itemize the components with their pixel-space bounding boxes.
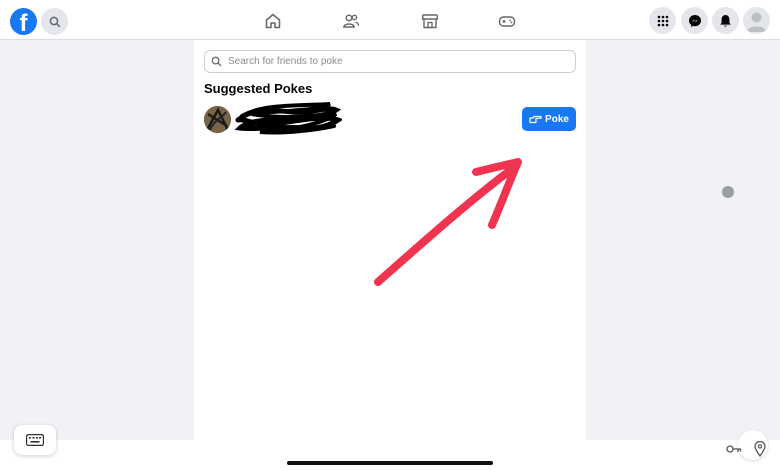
keyboard-button[interactable] [14,425,56,455]
home-indicator[interactable] [287,461,493,465]
messenger-button[interactable] [681,7,708,34]
nav-friends[interactable] [341,11,361,31]
poke-button-label: Poke [545,113,569,125]
bell-icon [720,14,731,27]
search-input[interactable] [228,56,568,67]
facebook-logo[interactable]: f [10,8,37,35]
messenger-icon [688,14,701,27]
nav-gaming[interactable] [497,11,517,31]
menu-grid-icon [657,15,668,26]
gaming-icon [498,16,516,27]
annotation-arrow [374,158,522,286]
friends-icon [343,14,360,28]
scroll-indicator[interactable] [722,186,734,198]
poke-button[interactable]: Poke [522,107,576,131]
keyboard-icon [26,434,44,446]
bottom-bar [0,440,780,470]
notifications-button[interactable] [712,7,739,34]
suggestion-row: Poke [202,102,578,136]
search-field[interactable] [204,50,576,73]
nav-home[interactable] [263,11,283,31]
home-icon [265,13,281,29]
top-navigation-bar: f [0,0,780,40]
nav-marketplace[interactable] [420,11,440,31]
profile-avatar[interactable] [743,7,770,34]
friend-avatar-image [204,106,231,133]
location-icon[interactable] [754,441,766,457]
search-icon [49,16,60,27]
marketplace-icon [421,14,439,29]
poke-hand-icon [529,115,542,123]
menu-button[interactable] [649,7,676,34]
key-icon[interactable] [726,443,742,455]
default-avatar-icon [746,12,767,32]
search-icon [211,56,222,67]
section-title: Suggested Pokes [204,81,313,96]
redaction-scribble [234,102,342,135]
search-button[interactable] [41,8,68,35]
friend-avatar[interactable] [204,106,231,133]
